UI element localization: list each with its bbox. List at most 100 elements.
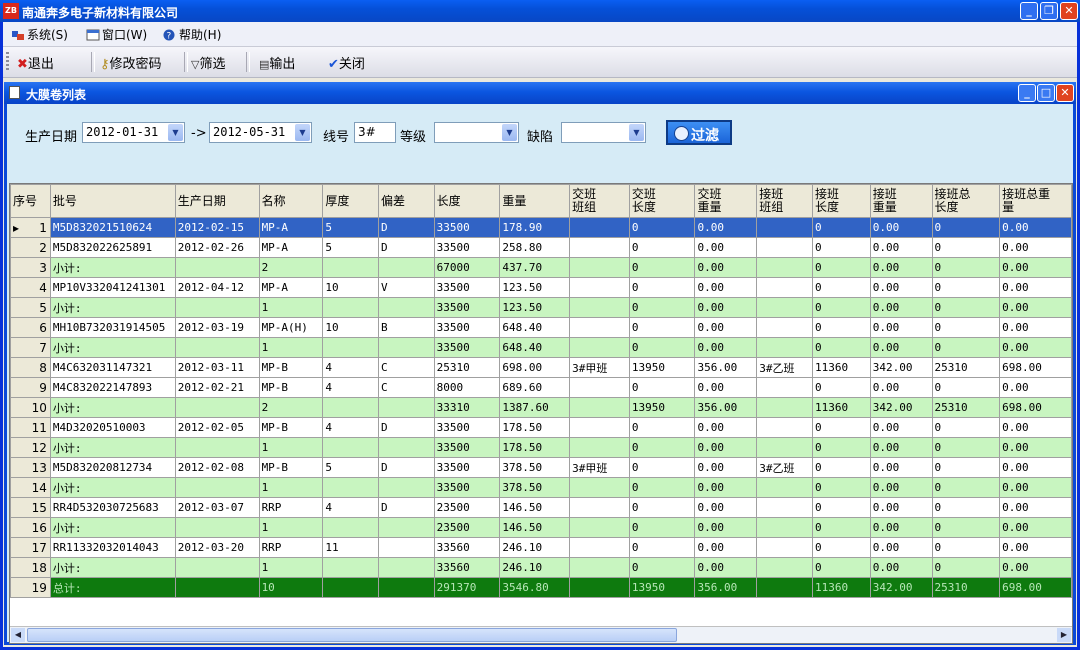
table-cell[interactable]	[756, 257, 814, 278]
table-cell[interactable]: 13950	[628, 397, 696, 418]
table-cell[interactable]: 0	[628, 237, 696, 258]
table-cell[interactable]: 23500	[433, 517, 501, 538]
table-cell[interactable]	[756, 337, 814, 358]
table-cell[interactable]	[756, 517, 814, 538]
table-cell[interactable]	[569, 517, 630, 538]
row-number[interactable]: 8	[10, 357, 51, 378]
subtotal-row[interactable]: 16 小计: 1 23500 146.50 0 0.00 0 0.00 0 0.00	[10, 517, 1072, 538]
table-cell[interactable]	[322, 297, 380, 318]
table-cell[interactable]: 4	[322, 417, 380, 438]
table-cell[interactable]: 1	[258, 557, 324, 578]
table-cell[interactable]: 0	[628, 417, 696, 438]
table-cell[interactable]: 0	[628, 557, 696, 578]
table-cell[interactable]	[378, 537, 435, 558]
table-cell[interactable]: 0	[812, 337, 871, 358]
table-cell[interactable]: 0.00	[869, 417, 933, 438]
table-cell[interactable]	[569, 297, 630, 318]
table-cell[interactable]	[756, 277, 814, 298]
table-cell[interactable]: 0.00	[869, 437, 933, 458]
table-row[interactable]: 6 MH10B732031914505 2012-03-19 MP-A(H) 10 B 33…	[10, 317, 1072, 338]
table-cell[interactable]: 356.00	[694, 357, 758, 378]
table-cell[interactable]: 4	[322, 497, 380, 518]
table-cell[interactable]: 0.00	[869, 257, 933, 278]
table-cell[interactable]: 0	[812, 377, 871, 398]
table-cell[interactable]: D	[378, 417, 435, 438]
table-cell[interactable]: 0.00	[869, 317, 933, 338]
table-cell[interactable]: 0.00	[999, 497, 1072, 518]
table-cell[interactable]: 11	[322, 537, 380, 558]
column-header[interactable]: 重量	[499, 184, 571, 218]
table-cell[interactable]: M4C832022147893	[49, 377, 176, 398]
column-header[interactable]: 偏差	[378, 184, 435, 218]
table-cell[interactable]	[569, 257, 630, 278]
table-cell[interactable]: 4	[322, 377, 380, 398]
table-cell[interactable]	[756, 377, 814, 398]
child-title-bar[interactable]: 大膜卷列表 _ □ ✕	[4, 82, 1076, 104]
table-row[interactable]: 15 RR4D532030725683 2012-03-07 RRP 4 D 23500 14…	[10, 497, 1072, 518]
table-cell[interactable]: 246.10	[499, 557, 571, 578]
table-cell[interactable]	[378, 257, 435, 278]
defect-select[interactable]: ▼	[561, 122, 646, 143]
table-cell[interactable]: 437.70	[499, 257, 571, 278]
table-cell[interactable]: 2012-02-21	[174, 377, 260, 398]
table-cell[interactable]: 小计:	[49, 257, 176, 278]
exit-button[interactable]: ✖退出	[17, 53, 54, 72]
child-maximize-button[interactable]: □	[1037, 84, 1055, 102]
table-cell[interactable]: 0	[931, 537, 1001, 558]
table-cell[interactable]	[756, 557, 814, 578]
table-cell[interactable]: 0.00	[694, 557, 758, 578]
table-cell[interactable]: 0	[628, 437, 696, 458]
table-cell[interactable]: M5D832022625891	[49, 237, 176, 258]
table-cell[interactable]: 10	[322, 317, 380, 338]
table-cell[interactable]: 342.00	[869, 357, 933, 378]
table-cell[interactable]: 33500	[433, 317, 501, 338]
table-cell[interactable]: 178.50	[499, 437, 571, 458]
table-cell[interactable]: 0.00	[999, 437, 1072, 458]
column-header[interactable]: 交班 重量	[694, 184, 758, 218]
table-cell[interactable]: 67000	[433, 257, 501, 278]
table-cell[interactable]: 25310	[931, 357, 1001, 378]
table-cell[interactable]	[174, 337, 260, 358]
table-cell[interactable]: 0.00	[694, 417, 758, 438]
row-number[interactable]: 6	[10, 317, 51, 338]
row-number[interactable]: 5	[10, 297, 51, 318]
table-cell[interactable]: 0	[931, 377, 1001, 398]
scroll-left-icon[interactable]: ◀	[11, 628, 25, 642]
export-button[interactable]: ▤输出	[259, 53, 295, 72]
column-header[interactable]: 接班 班组	[756, 184, 814, 218]
table-cell[interactable]: 0	[812, 237, 871, 258]
table-cell[interactable]: 0	[812, 217, 871, 238]
table-cell[interactable]	[756, 397, 814, 418]
table-row[interactable]: 13 M5D832020812734 2012-02-08 MP-B 5 D 33500 37…	[10, 457, 1072, 478]
change-password-button[interactable]: ⚷修改密码	[100, 53, 162, 72]
table-cell[interactable]: V	[378, 277, 435, 298]
table-cell[interactable]	[322, 517, 380, 538]
table-cell[interactable]	[378, 397, 435, 418]
table-cell[interactable]: 0.00	[999, 457, 1072, 478]
table-cell[interactable]	[569, 397, 630, 418]
table-cell[interactable]: 1	[258, 477, 324, 498]
table-cell[interactable]: 0.00	[999, 557, 1072, 578]
table-cell[interactable]: 0.00	[869, 277, 933, 298]
table-cell[interactable]	[322, 477, 380, 498]
table-cell[interactable]: 0.00	[694, 437, 758, 458]
table-cell[interactable]: 0.00	[999, 277, 1072, 298]
table-cell[interactable]: 0.00	[869, 517, 933, 538]
table-cell[interactable]: 0.00	[999, 317, 1072, 338]
subtotal-row[interactable]: 14 小计: 1 33500 378.50 0 0.00 0 0.00 0 0.00	[10, 477, 1072, 498]
table-cell[interactable]: 0.00	[694, 377, 758, 398]
table-cell[interactable]: MP-A	[258, 277, 324, 298]
table-cell[interactable]	[569, 337, 630, 358]
table-cell[interactable]: 291370	[433, 577, 501, 598]
table-cell[interactable]: 0	[628, 297, 696, 318]
table-cell[interactable]: 2012-02-08	[174, 457, 260, 478]
subtotal-row[interactable]: 18 小计: 1 33560 246.10 0 0.00 0 0.00 0 0.00	[10, 557, 1072, 578]
table-cell[interactable]: 小计:	[49, 297, 176, 318]
table-cell[interactable]: 0	[628, 337, 696, 358]
table-cell[interactable]: 0.00	[694, 497, 758, 518]
table-row[interactable]: 11 M4D32020510003 2012-02-05 MP-B 4 D 33500 178…	[10, 417, 1072, 438]
table-cell[interactable]: 0.00	[869, 497, 933, 518]
table-cell[interactable]: MP-A	[258, 237, 324, 258]
table-cell[interactable]: 342.00	[869, 397, 933, 418]
column-header[interactable]: 交班 班组	[569, 184, 630, 218]
